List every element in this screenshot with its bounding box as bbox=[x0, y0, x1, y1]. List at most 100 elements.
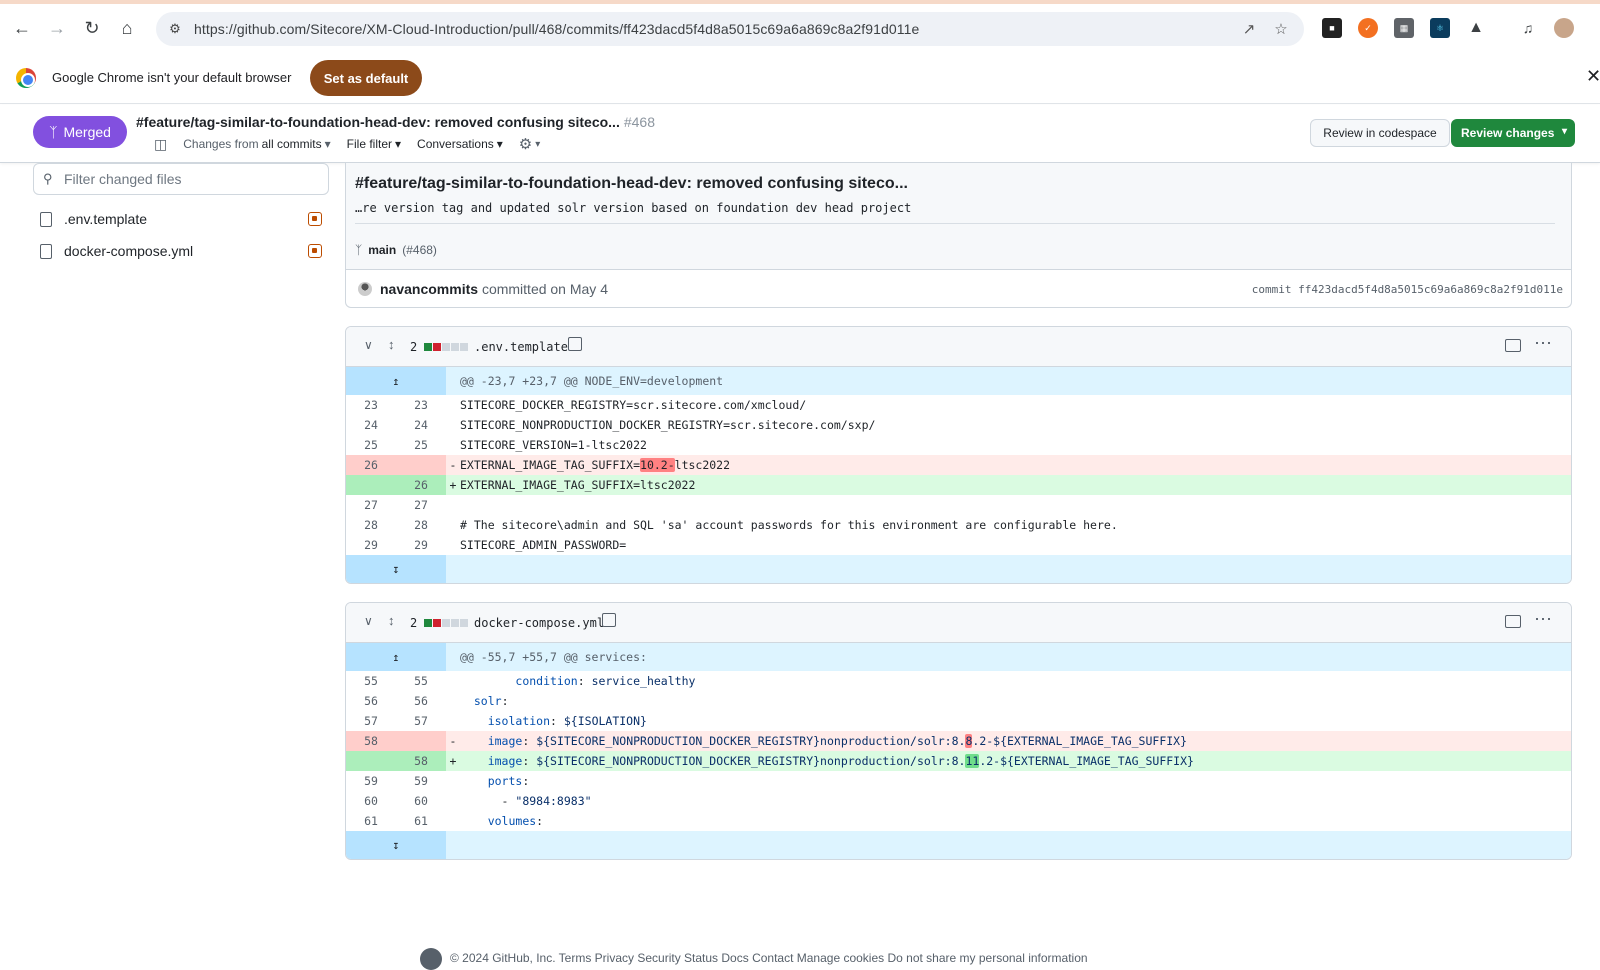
expand-up-icon[interactable]: ↥ bbox=[346, 643, 446, 671]
diff-table: ↥ @@ -55,7 +55,7 @@ services: 55 55 condit… bbox=[346, 643, 1571, 859]
kebab-menu-icon[interactable]: ⋯ bbox=[1534, 609, 1553, 630]
media-control-icon[interactable]: ♫ bbox=[1518, 18, 1538, 38]
diff-line: 56 56 solr: bbox=[364, 694, 509, 708]
tree-file-docker-compose[interactable]: docker-compose.yml bbox=[40, 239, 322, 263]
hunk-header: ↥ @@ -55,7 +55,7 @@ services: bbox=[346, 643, 1571, 671]
copy-icon[interactable] bbox=[568, 337, 582, 351]
diffstat bbox=[424, 619, 468, 627]
comment-icon[interactable] bbox=[1505, 615, 1521, 628]
copy-icon[interactable] bbox=[602, 613, 616, 627]
changes-from-prefix: Changes from bbox=[183, 137, 259, 151]
search-icon: ⚲ bbox=[43, 171, 53, 186]
extension-icon[interactable]: ✓ bbox=[1358, 18, 1378, 38]
home-icon[interactable]: ⌂ bbox=[113, 14, 141, 42]
diff-line: 29 29 SITECORE_ADMIN_PASSWORD= bbox=[364, 538, 627, 552]
conversations-dropdown[interactable]: Conversations ▾ bbox=[417, 137, 503, 151]
commit-description: …re version tag and updated solr version… bbox=[355, 201, 912, 215]
close-icon[interactable]: ✕ bbox=[1586, 66, 1600, 87]
file-modified-icon bbox=[308, 244, 322, 258]
file-icon bbox=[40, 211, 52, 227]
expand-all-icon[interactable]: ↕ bbox=[388, 337, 395, 352]
diff-file-header: ∨ ↕ 2 .env.template ⋯ bbox=[346, 327, 1571, 367]
address-bar[interactable]: ⚙ https://github.com/Sitecore/XM-Cloud-I… bbox=[156, 12, 1304, 46]
diff-file-header: ∨ ↕ 2 docker-compose.yml ⋯ bbox=[346, 603, 1571, 643]
file-modified-icon bbox=[308, 212, 322, 226]
filter-files-input[interactable] bbox=[64, 168, 314, 190]
tree-file-label: .env.template bbox=[64, 211, 148, 227]
hunk-text: @@ -23,7 +23,7 @@ NODE_ENV=development bbox=[460, 367, 1571, 395]
chevron-down-icon[interactable]: ∨ bbox=[364, 338, 373, 352]
expand-row: ↧ bbox=[346, 831, 1571, 859]
branch-name[interactable]: main bbox=[368, 243, 396, 257]
diff-line: 27 27 bbox=[364, 498, 428, 512]
diff-filename[interactable]: .env.template bbox=[474, 340, 568, 354]
review-in-codespace-button[interactable]: Review in codespace bbox=[1310, 119, 1450, 147]
open-in-app-icon[interactable]: ↗ bbox=[1238, 19, 1260, 39]
bookmark-star-icon[interactable]: ☆ bbox=[1270, 19, 1292, 39]
diff-line: 61 61 volumes: bbox=[364, 814, 544, 828]
forward-icon[interactable]: → bbox=[43, 14, 71, 42]
diff-line: 55 55 condition: service_healthy bbox=[364, 674, 696, 688]
expand-down-icon[interactable]: ↧ bbox=[346, 555, 446, 583]
diff-toolbar: ◫ Changes from all commits ▾ File filter… bbox=[154, 135, 540, 154]
diffstat bbox=[424, 343, 468, 351]
diff-line-deleted: 26- EXTERNAL_IMAGE_TAG_SUFFIX=10.2-ltsc20… bbox=[346, 455, 1571, 475]
toggle-file-tree-icon[interactable]: ◫ bbox=[154, 136, 167, 153]
diff-filename[interactable]: docker-compose.yml bbox=[474, 616, 604, 630]
diff-line: 60 60 - "8984:8983" bbox=[364, 794, 592, 808]
kebab-menu-icon[interactable]: ⋯ bbox=[1534, 333, 1553, 354]
reload-icon[interactable]: ↻ bbox=[78, 14, 106, 42]
expand-up-icon[interactable]: ↥ bbox=[346, 367, 446, 395]
branch-pr-link[interactable]: (#468) bbox=[402, 243, 437, 257]
extension-icon[interactable]: ▦ bbox=[1394, 18, 1414, 38]
expand-down-icon[interactable]: ↧ bbox=[346, 831, 446, 859]
diff-file-docker-compose: ∨ ↕ 2 docker-compose.yml ⋯ ↥ @@ -55,7 +55… bbox=[345, 602, 1572, 860]
browser-toolbar: ← → ↻ ⌂ ⚙ https://github.com/Sitecore/XM… bbox=[0, 0, 1600, 52]
caret-down-icon: ▾ bbox=[535, 138, 541, 150]
diff-line-deleted: 58- image: ${SITECORE_NONPRODUCTION_DOCK… bbox=[346, 731, 1571, 751]
chevron-down-icon[interactable]: ∨ bbox=[364, 614, 373, 628]
profile-avatar[interactable] bbox=[1554, 18, 1574, 38]
url-text[interactable]: https://github.com/Sitecore/XM-Cloud-Int… bbox=[194, 21, 919, 37]
gear-icon: ⚙ bbox=[518, 136, 533, 153]
review-changes-button[interactable]: Review changes ▾ bbox=[1451, 119, 1575, 147]
expand-all-icon[interactable]: ↕ bbox=[388, 613, 395, 628]
divider bbox=[355, 223, 1555, 224]
hunk-text: @@ -55,7 +55,7 @@ services: bbox=[460, 643, 1571, 671]
back-icon[interactable]: ← bbox=[8, 14, 36, 42]
page-footer: © 2024 GitHub, Inc. Terms Privacy Securi… bbox=[420, 948, 1088, 970]
git-branch-icon: ᛉ bbox=[355, 243, 363, 257]
diff-file-env-template: ∨ ↕ 2 .env.template ⋯ ↥ @@ -23,7 +23,7 @@… bbox=[345, 326, 1572, 584]
review-changes-label: Review changes bbox=[1461, 126, 1555, 140]
expand-row: ↧ bbox=[346, 555, 1571, 583]
file-icon bbox=[40, 243, 52, 259]
github-logo-icon[interactable] bbox=[420, 948, 442, 970]
commit-sha[interactable]: commit ff423dacd5f4d8a5015c69a6a869c8a2f… bbox=[1252, 283, 1563, 296]
set-default-button[interactable]: Set as default bbox=[310, 60, 422, 96]
extensions-puzzle-icon[interactable]: ▲ bbox=[1466, 18, 1486, 38]
file-filter-label: File filter bbox=[346, 137, 392, 151]
changes-from-dropdown[interactable]: Changes from all commits ▾ bbox=[183, 137, 330, 151]
file-filter-dropdown[interactable]: File filter ▾ bbox=[347, 137, 401, 151]
react-devtools-icon[interactable]: ⚛ bbox=[1430, 18, 1450, 38]
author-name[interactable]: navancommits bbox=[380, 281, 478, 297]
avatar[interactable] bbox=[358, 282, 372, 296]
pr-number: #468 bbox=[623, 114, 655, 130]
diff-line: 23 23 SITECORE_DOCKER_REGISTRY=scr.sitecor… bbox=[364, 398, 807, 412]
conversations-label: Conversations bbox=[417, 137, 494, 151]
settings-dropdown[interactable]: ⚙ ▾ bbox=[519, 135, 540, 153]
pr-sticky-header: ᛉ Merged #feature/tag-similar-to-foundat… bbox=[0, 105, 1600, 163]
filter-files-field[interactable]: ⚲ bbox=[33, 163, 329, 195]
hunk-header: ↥ @@ -23,7 +23,7 @@ NODE_ENV=development bbox=[346, 367, 1571, 395]
diff-line: 57 57 isolation: ${ISOLATION} bbox=[364, 714, 647, 728]
site-info-icon[interactable]: ⚙ bbox=[164, 18, 186, 40]
extension-icon[interactable]: ■ bbox=[1322, 18, 1342, 38]
footer-links[interactable]: © 2024 GitHub, Inc. Terms Privacy Securi… bbox=[450, 951, 1088, 965]
infobar-message: Google Chrome isn't your default browser bbox=[52, 70, 292, 85]
diff-line-added: 58 + image: ${SITECORE_NONPRODUCTION_DOCK… bbox=[346, 751, 1571, 771]
comment-icon[interactable] bbox=[1505, 339, 1521, 352]
committed-date: committed on May 4 bbox=[481, 281, 608, 297]
tree-file-env-template[interactable]: .env.template bbox=[40, 207, 322, 231]
pr-title: #feature/tag-similar-to-foundation-head-… bbox=[136, 114, 655, 130]
commit-meta: navancommits committed on May 4 commit f… bbox=[346, 269, 1571, 307]
